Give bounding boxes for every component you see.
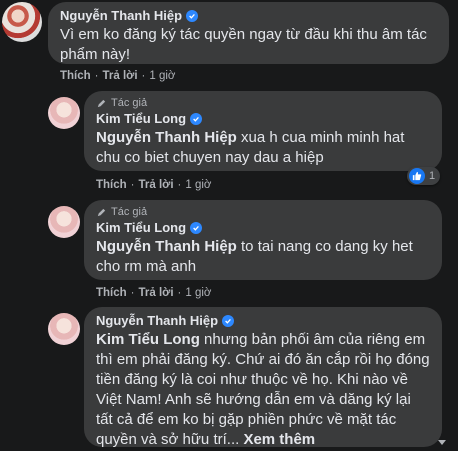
chevron-down-icon[interactable]: [436, 437, 448, 449]
reply-text: Kim Tiểu Long nhưng bản phối âm của riên…: [96, 330, 430, 450]
separator: ·: [141, 70, 146, 82]
verified-icon: [222, 314, 235, 327]
like-button[interactable]: Thích: [60, 70, 91, 82]
comment-thread: Nguyễn Thanh Hiệp Vì em ko đăng ký tác q…: [0, 0, 458, 451]
like-button[interactable]: Thích: [96, 287, 127, 299]
timestamp[interactable]: 1 giờ: [185, 287, 211, 299]
separator: ·: [130, 179, 135, 191]
separator: ·: [94, 70, 99, 82]
verified-icon: [190, 112, 203, 125]
mention-link[interactable]: Nguyễn Thanh Hiệp: [96, 129, 237, 146]
timestamp[interactable]: 1 giờ: [185, 179, 211, 191]
separator: ·: [177, 179, 182, 191]
commenter-name[interactable]: Kim Tiểu Long: [96, 111, 430, 126]
commenter-name-text[interactable]: Nguyễn Thanh Hiệp: [60, 8, 182, 23]
see-more-link[interactable]: Xem thêm: [243, 431, 315, 448]
reply-button[interactable]: Trả lời: [139, 287, 174, 299]
separator: ·: [177, 287, 182, 299]
reply-bubble: Tác giả Kim Tiểu Long Nguyễn Thanh Hiệp …: [84, 91, 442, 171]
mention-link[interactable]: Kim Tiểu Long: [96, 331, 200, 348]
author-badge-label: Tác giả: [111, 97, 148, 109]
thumbs-up-icon: [409, 168, 425, 184]
avatar[interactable]: [2, 2, 42, 42]
verified-icon: [186, 9, 199, 22]
reply-actions: Thích · Trả lời · 1 giờ: [96, 287, 211, 299]
reply-bubble: Tác giả Kim Tiểu Long Nguyễn Thanh Hiệp …: [84, 200, 442, 280]
pen-icon: [97, 208, 106, 216]
comment-actions: Thích · Trả lời · 1 giờ: [60, 70, 175, 82]
commenter-name-text[interactable]: Kim Tiểu Long: [96, 220, 186, 235]
author-badge: Tác giả: [96, 97, 430, 109]
separator: ·: [130, 287, 135, 299]
like-button[interactable]: Thích: [96, 179, 127, 191]
reply-bubble: Nguyễn Thanh Hiệp Kim Tiểu Long nhưng bả…: [84, 307, 442, 450]
reply-actions: Thích · Trả lời · 1 giờ: [96, 179, 211, 191]
reply-button[interactable]: Trả lời: [139, 179, 174, 191]
comment-text: Vì em ko đăng ký tác quyền ngay từ đầu k…: [60, 26, 427, 63]
commenter-name[interactable]: Nguyễn Thanh Hiệp: [96, 313, 430, 328]
verified-icon: [190, 221, 203, 234]
reply-text: Nguyễn Thanh Hiệp to tai nang co dang ky…: [96, 237, 430, 277]
avatar[interactable]: [48, 313, 80, 345]
commenter-name[interactable]: Kim Tiểu Long: [96, 220, 430, 235]
commenter-name-text[interactable]: Nguyễn Thanh Hiệp: [96, 313, 218, 328]
commenter-name-text[interactable]: Kim Tiểu Long: [96, 111, 186, 126]
avatar[interactable]: [48, 97, 80, 129]
avatar[interactable]: [48, 206, 80, 238]
author-badge: Tác giả: [96, 206, 430, 218]
comment-bubble: Nguyễn Thanh Hiệp Vì em ko đăng ký tác q…: [48, 2, 449, 64]
reply-text: Nguyễn Thanh Hiệp xua h cua minh minh ha…: [96, 128, 430, 168]
mention-link[interactable]: Nguyễn Thanh Hiệp: [96, 238, 237, 255]
commenter-name[interactable]: Nguyễn Thanh Hiệp: [60, 8, 437, 23]
pen-icon: [97, 99, 106, 107]
author-badge-label: Tác giả: [111, 206, 148, 218]
reaction-count[interactable]: 1: [407, 167, 441, 185]
reaction-number: 1: [429, 170, 436, 182]
timestamp[interactable]: 1 giờ: [149, 70, 175, 82]
reply-button[interactable]: Trả lời: [103, 70, 138, 82]
